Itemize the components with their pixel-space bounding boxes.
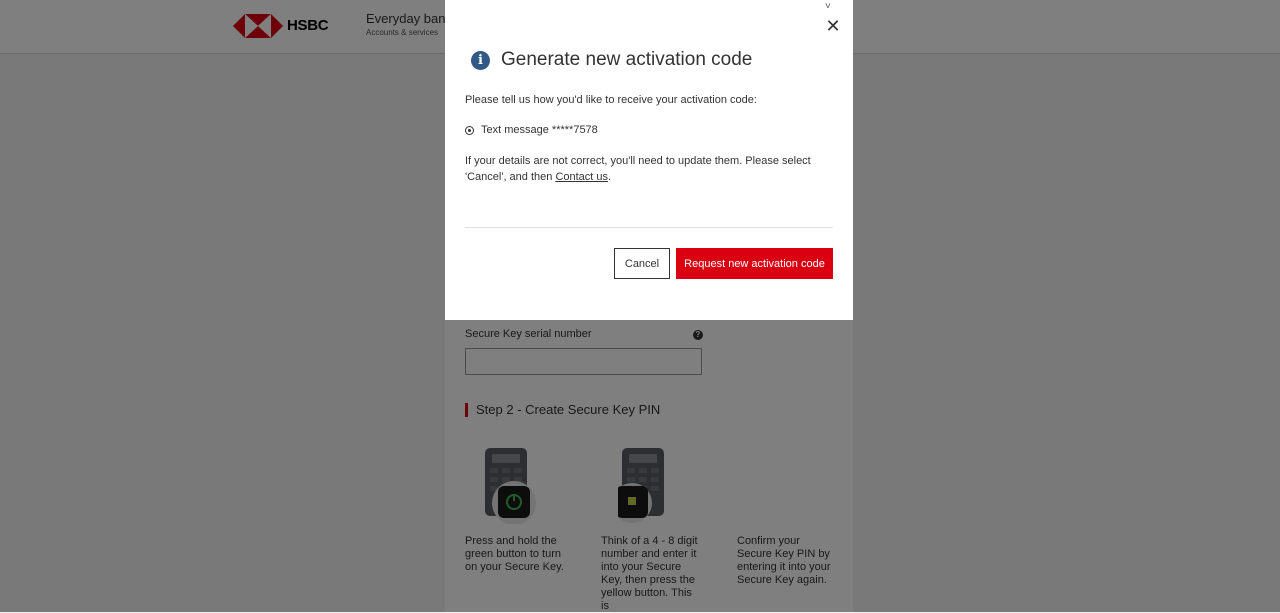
info-icon: i [471, 51, 490, 70]
activation-code-dialog: ˅ ✕ i Generate new activation code Pleas… [445, 0, 853, 320]
dialog-note: If your details are not correct, you'll … [465, 153, 837, 185]
dialog-prompt: Please tell us how you'd like to receive… [465, 94, 757, 106]
text-message-label: Text message *****7578 [481, 124, 598, 136]
dialog-divider [465, 227, 833, 228]
cancel-button[interactable]: Cancel [614, 248, 670, 279]
close-icon[interactable]: ✕ [825, 17, 841, 35]
request-activation-code-button[interactable]: Request new activation code [676, 248, 833, 279]
text-message-radio[interactable] [465, 125, 474, 135]
contact-us-link[interactable]: Contact us [555, 171, 608, 183]
scroll-down-icon[interactable]: ˅ [825, 2, 831, 12]
text-message-option[interactable]: Text message *****7578 [465, 124, 598, 136]
dialog-title: Generate new activation code [501, 49, 753, 70]
note-text: If your details are not correct, you'll … [465, 155, 811, 183]
note-end: . [608, 171, 612, 183]
